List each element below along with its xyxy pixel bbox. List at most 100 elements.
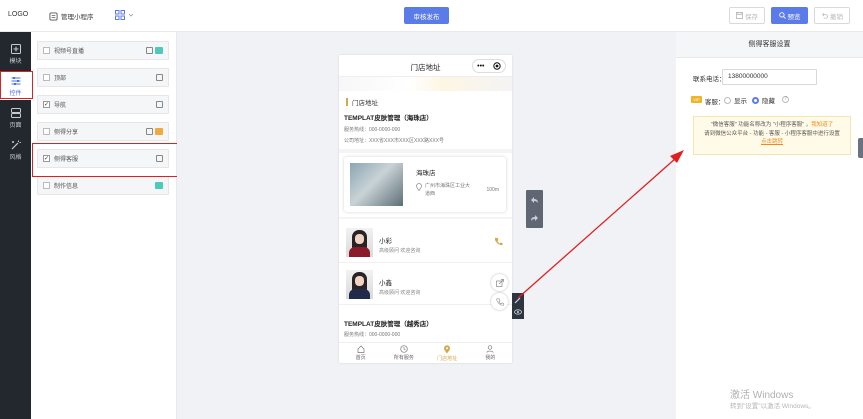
radio-show[interactable]: 显示	[724, 95, 747, 105]
component-panel: 视频号直播 顶部 ✓ 导航 侧得分享 ✓ 侧得客服 制作信息	[31, 32, 177, 419]
nav-label-modules: 模块	[9, 58, 22, 65]
component-label: 视频号直播	[54, 49, 85, 55]
nav-item-pages[interactable]: 页面	[0, 104, 31, 132]
store-card[interactable]: 海珠店 广州市海珠区工业大道西 100m	[344, 157, 506, 212]
tab-services[interactable]: 所有服务	[382, 343, 425, 363]
service-float-button[interactable]	[491, 293, 508, 310]
save-button[interactable]: 保存	[729, 7, 765, 24]
radio-button[interactable]	[724, 96, 731, 104]
search-icon	[778, 12, 786, 19]
divider	[339, 149, 512, 153]
divider	[339, 217, 512, 219]
component-item[interactable]: ✓ 导航	[37, 95, 169, 114]
store-card-address: 广州市海珠区工业大道西	[425, 183, 471, 197]
tab-store-address[interactable]: 门店地址	[426, 343, 469, 363]
redo-arrow-icon[interactable]	[530, 214, 539, 222]
more-icon[interactable]: •••	[477, 63, 484, 70]
preview-label: 预览	[787, 13, 801, 21]
list-item[interactable]: 小鑫 高级顾问 欢迎咨询	[339, 265, 512, 305]
got-it-link[interactable]: 我知道了	[811, 122, 833, 128]
checkbox[interactable]	[43, 74, 50, 81]
grid-icon	[115, 10, 125, 20]
tab-mine[interactable]: 我的	[469, 343, 512, 363]
section-title-text: 门店地址	[352, 100, 378, 107]
publish-button[interactable]: 审核发布	[404, 7, 449, 24]
tip-line-2: 请到微信公众平台 - 功能 - 客服 - 小程序客服中进行设置	[704, 130, 840, 137]
edit-icon[interactable]	[146, 47, 153, 54]
clock-icon	[400, 345, 408, 353]
undo-button[interactable]: 撤销	[814, 7, 850, 24]
component-item[interactable]: 顶部	[37, 68, 169, 87]
store-image	[350, 163, 403, 206]
plus-square-icon	[10, 43, 21, 54]
list-item[interactable]: 小彩 高级顾问 欢迎咨询	[339, 223, 512, 263]
undo-icon	[822, 13, 828, 19]
phone-field[interactable]: 13800000000	[722, 69, 817, 85]
capsule-menu[interactable]: •••	[472, 59, 506, 73]
kefu-label: 客服：	[705, 99, 725, 106]
tab-home[interactable]: 首页	[339, 343, 382, 363]
store-address: 公司地址：XXX省XXX市XXX区XXX路XXX号	[344, 138, 445, 144]
person-name: 小鑫	[379, 280, 392, 287]
undo-arrow-icon[interactable]	[530, 196, 539, 204]
person-role: 高级顾问 欢迎咨询	[379, 248, 421, 254]
save-label: 保存	[745, 13, 758, 21]
component-label: 导航	[54, 103, 67, 109]
checkbox[interactable]	[43, 47, 50, 54]
radio-hide[interactable]: 隐藏	[752, 95, 775, 105]
nav-item-style[interactable]: 风格	[0, 136, 31, 164]
apps-dropdown[interactable]	[115, 10, 134, 20]
checkbox[interactable]	[43, 182, 50, 189]
component-item[interactable]: 制作信息	[37, 176, 169, 195]
component-label: 顶部	[54, 76, 67, 82]
component-label: 制作信息	[54, 184, 79, 190]
component-label: 侧得分享	[54, 130, 79, 136]
pages-icon	[10, 107, 21, 118]
nav-item-modules[interactable]: 模块	[0, 40, 31, 68]
checkbox[interactable]	[43, 128, 50, 135]
eye-icon[interactable]	[514, 308, 522, 316]
help-icon[interactable]: ?	[782, 96, 789, 103]
edit-icon[interactable]	[156, 101, 163, 108]
component-tools	[512, 293, 524, 319]
section-title: 门店地址	[346, 97, 378, 107]
banner-image	[339, 77, 512, 91]
edit-icon[interactable]	[146, 128, 153, 135]
section-bar	[346, 98, 348, 106]
settings-title: 侧得客服设置	[676, 32, 863, 58]
settings-panel: 侧得客服设置	[676, 32, 863, 419]
watermark-title: 激活 Windows	[730, 390, 794, 401]
save-icon	[736, 12, 743, 19]
miniprogram-icon	[49, 11, 58, 21]
scrollbar-handle[interactable]	[858, 138, 863, 158]
radio-button[interactable]	[752, 96, 759, 104]
person-name: 小彩	[379, 238, 392, 245]
store-hotline: 服务热线：000-0000-000	[344, 127, 401, 133]
share-icon	[495, 278, 504, 287]
preview-button[interactable]: 预览	[771, 7, 808, 24]
tab-label: 所有服务	[393, 355, 414, 361]
phone-field-label: 联系电话：	[693, 76, 726, 83]
component-item[interactable]: 视频号直播	[37, 41, 169, 60]
store-distance: 100m	[486, 187, 499, 193]
highlight-box	[32, 143, 178, 177]
edit-pen-icon[interactable]	[514, 296, 522, 304]
jump-link[interactable]: 点击跳转	[700, 138, 844, 147]
undo-label: 撤销	[830, 13, 843, 21]
bottom-tab-bar: 首页 所有服务 门店地址 我的	[339, 342, 512, 363]
checkbox[interactable]: ✓	[43, 101, 50, 108]
phone-header: 门店地址 •••	[339, 55, 512, 77]
avatar	[346, 270, 373, 299]
share-float-button[interactable]	[491, 274, 508, 291]
store-hotline: 服务热线：000-0000-000	[344, 332, 401, 338]
person-role: 高级顾问 欢迎咨询	[379, 290, 421, 296]
edit-icon[interactable]	[156, 74, 163, 81]
phone-call-icon[interactable]	[494, 237, 503, 246]
highlight-box	[0, 71, 33, 99]
target-icon[interactable]	[493, 62, 501, 70]
store-name: TEMPLAT皮肤管理（海珠店）	[344, 115, 433, 122]
manage-miniprogram-button[interactable]: 管理小程序	[49, 11, 94, 21]
avatar	[346, 228, 373, 257]
component-item[interactable]: 侧得分享	[37, 122, 169, 141]
tab-label: 我的	[485, 355, 496, 361]
